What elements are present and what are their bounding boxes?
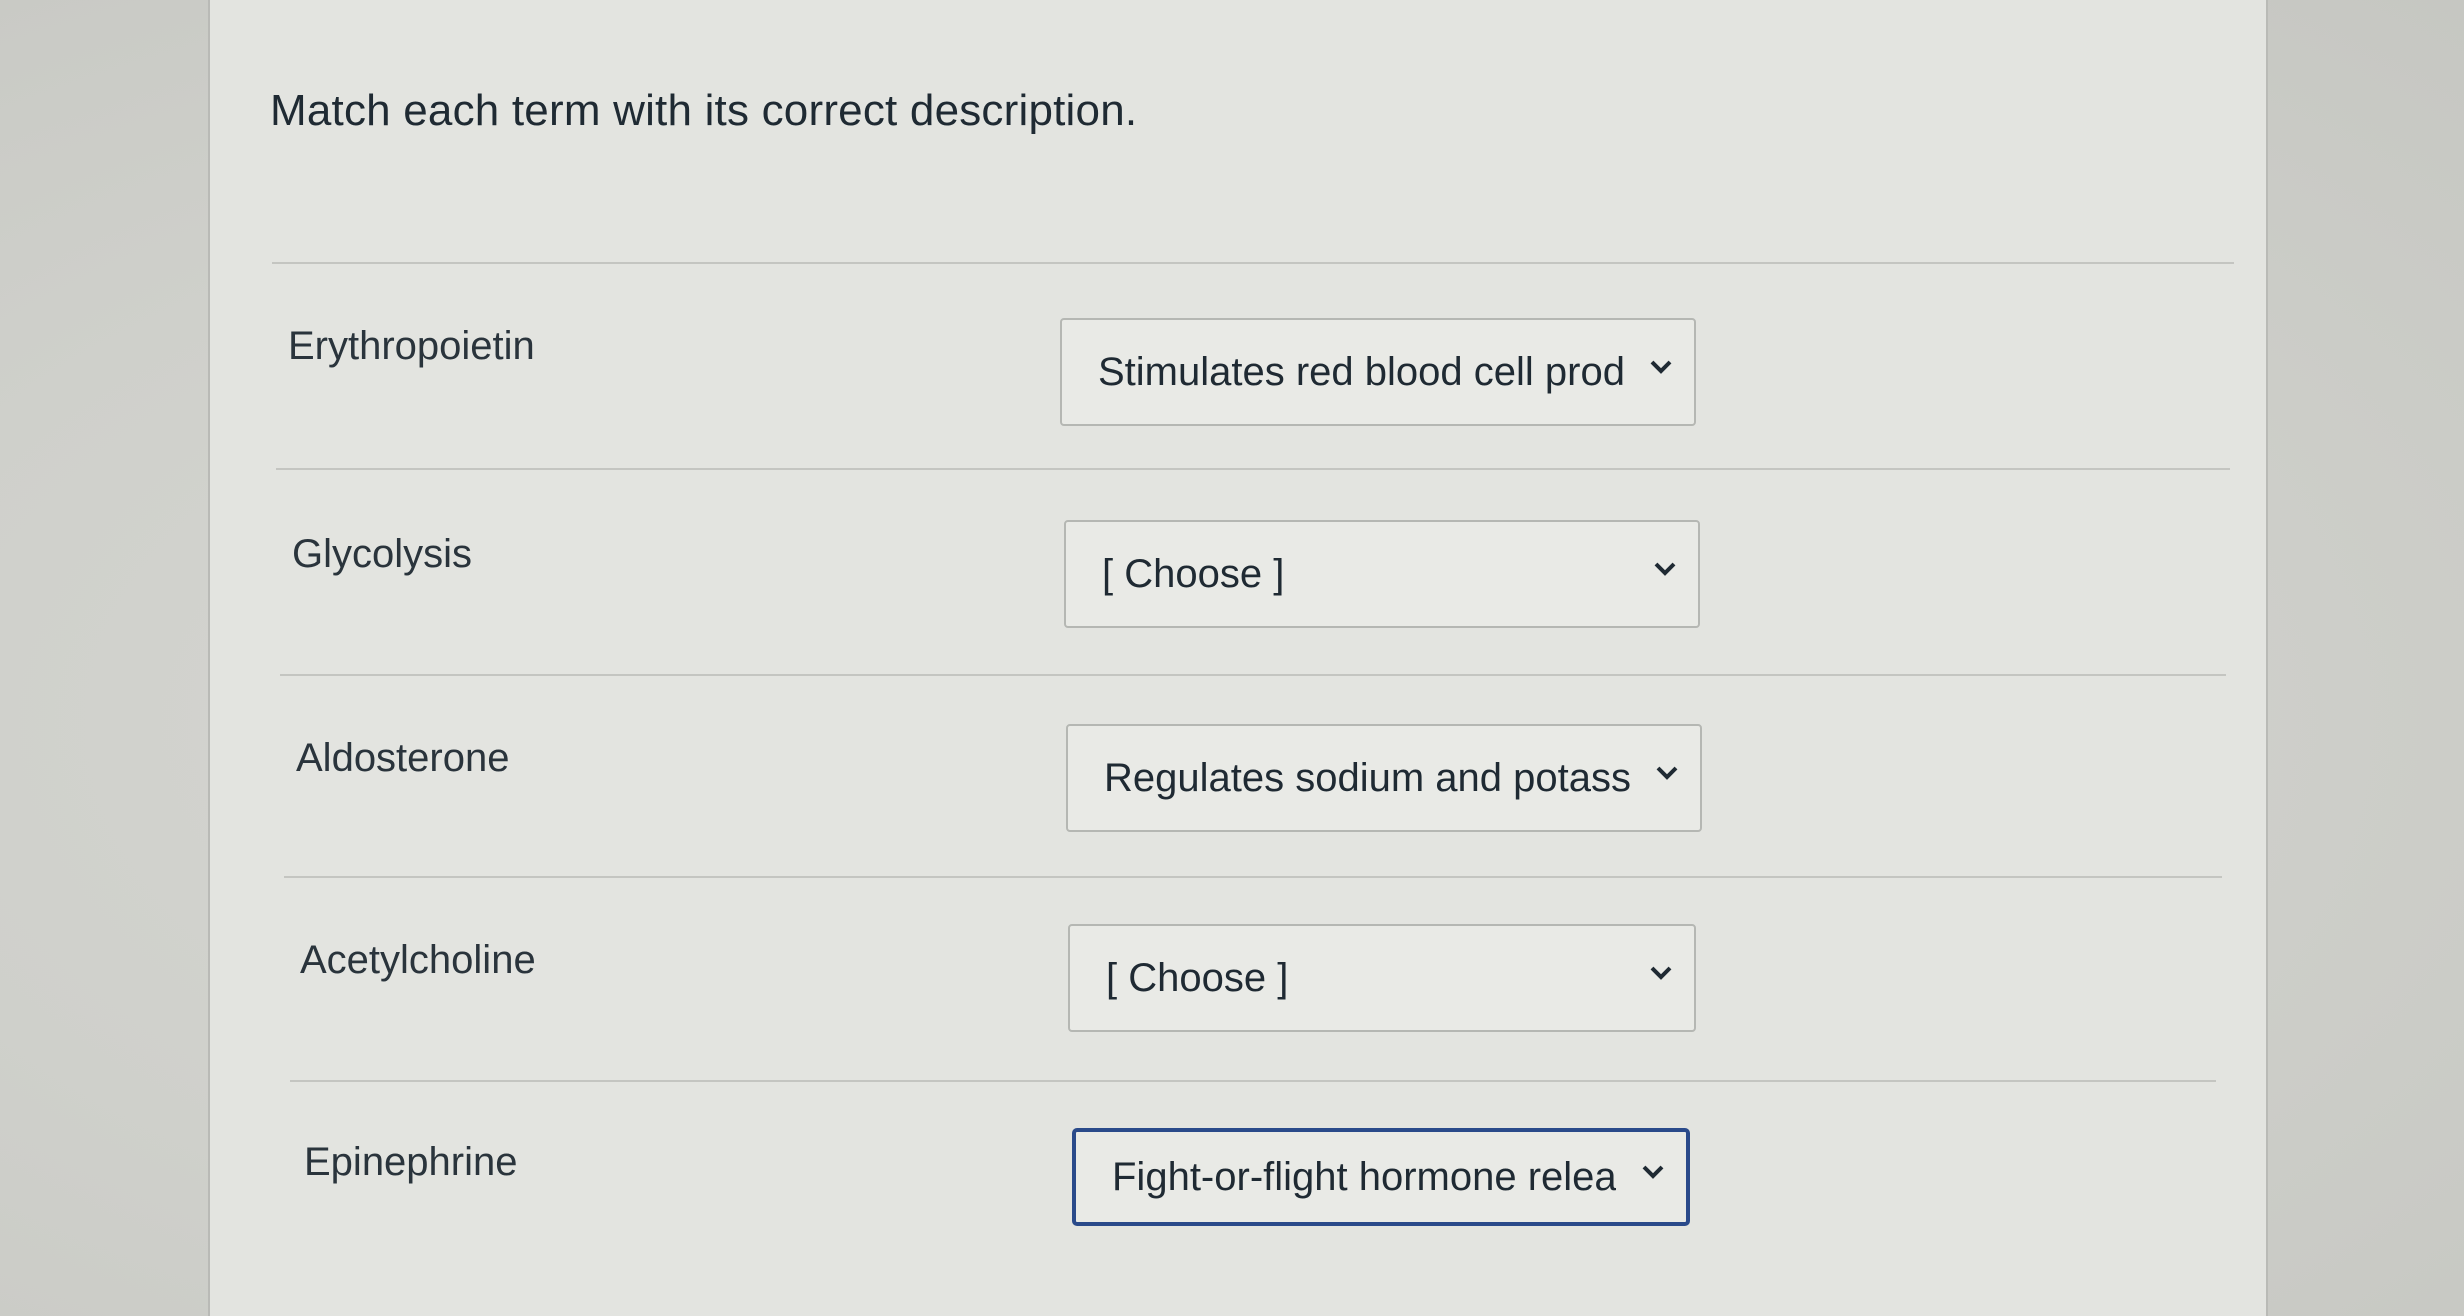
term-label: Aldosterone	[296, 736, 510, 780]
answer-dropdown-acetylcholine[interactable]: [ Choose ]	[1068, 924, 1696, 1032]
dropdown-selected-value: Fight-or-flight hormone releas	[1112, 1154, 1616, 1199]
row-divider	[284, 876, 2222, 878]
chevron-down-icon	[1638, 1157, 1668, 1187]
row-divider	[272, 262, 2234, 264]
row-divider	[280, 674, 2226, 676]
dropdown-selected-value: [ Choose ]	[1102, 551, 1285, 596]
dropdown-selected-value: [ Choose ]	[1106, 955, 1289, 1000]
row-divider	[276, 468, 2230, 470]
term-label: Erythropoietin	[288, 324, 535, 368]
chevron-down-icon	[1646, 352, 1676, 382]
term-label: Epinephrine	[304, 1140, 518, 1184]
dropdown-selected-value: Regulates sodium and potassi	[1104, 755, 1630, 800]
chevron-down-icon	[1646, 958, 1676, 988]
row-divider	[290, 1080, 2216, 1082]
quiz-question-panel: Match each term with its correct descrip…	[208, 0, 2268, 1316]
term-label: Glycolysis	[292, 532, 473, 576]
answer-dropdown-erythropoietin[interactable]: Stimulates red blood cell prod	[1060, 318, 1696, 426]
answer-dropdown-epinephrine[interactable]: Fight-or-flight hormone releas	[1072, 1128, 1690, 1226]
dropdown-selected-value: Stimulates red blood cell prod	[1098, 349, 1624, 394]
chevron-down-icon	[1650, 554, 1680, 584]
term-label: Acetylcholine	[300, 938, 536, 982]
answer-dropdown-aldosterone[interactable]: Regulates sodium and potassi	[1066, 724, 1702, 832]
question-prompt: Match each term with its correct descrip…	[270, 86, 1138, 135]
chevron-down-icon	[1652, 758, 1682, 788]
answer-dropdown-glycolysis[interactable]: [ Choose ]	[1064, 520, 1700, 628]
